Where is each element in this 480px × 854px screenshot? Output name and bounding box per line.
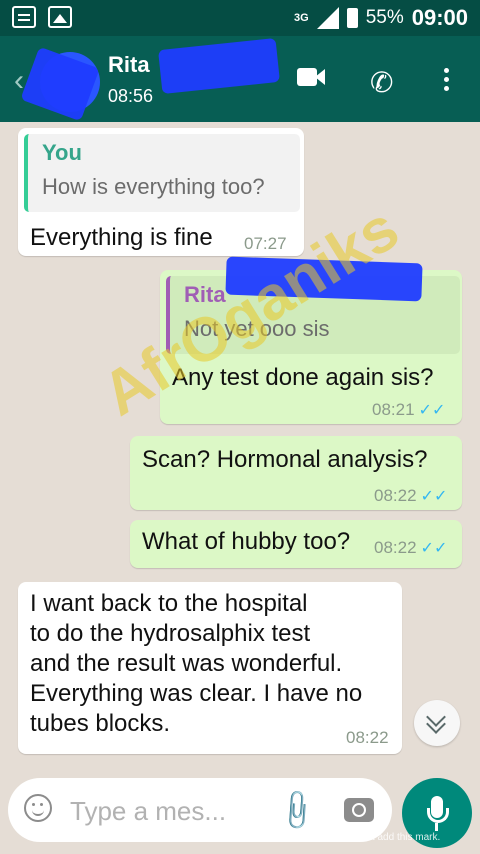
video-call-icon[interactable] — [297, 66, 325, 88]
message-meta: 08:22 ✓✓ — [374, 538, 447, 558]
read-ticks-icon: ✓✓ — [420, 488, 448, 505]
emoji-icon[interactable] — [24, 794, 52, 822]
status-bar: 3G 55% 09:00 — [0, 0, 480, 36]
last-seen: 08:56 — [108, 86, 154, 106]
read-ticks-icon: ✓✓ — [418, 402, 446, 419]
message-time: 08:22 — [346, 728, 389, 747]
contact-name[interactable]: Rita — [108, 52, 150, 78]
message-meta: 08:21 ✓✓ — [372, 400, 445, 420]
clock: 09:00 — [411, 5, 468, 30]
message-meta: 08:22 ✓✓ — [374, 486, 447, 506]
message-text: Any test done again sis? — [172, 364, 434, 391]
message-bubble-incoming[interactable]: I want back to the hospital to do the hy… — [18, 582, 402, 754]
redaction-scribble — [158, 37, 280, 95]
quote-text: How is everything too? — [42, 174, 265, 199]
signal-icon — [316, 7, 339, 29]
message-line: and the result was wonderful. — [30, 650, 343, 677]
scroll-to-bottom-button[interactable] — [414, 700, 460, 746]
battery-icon — [346, 8, 358, 28]
message-text: Everything is fine — [30, 224, 213, 251]
message-line: Everything was clear. I have no — [30, 680, 363, 707]
network-type: 3G — [294, 12, 309, 24]
message-time: 07:27 — [244, 234, 287, 253]
quote-text: Not yet ooo sis — [184, 316, 330, 341]
message-bubble-incoming[interactable]: You How is everything too? Everything is… — [18, 128, 304, 256]
message-text: Scan? Hormonal analysis? — [142, 446, 428, 473]
chat-header: ‹ Rita 08:56 ✆ — [0, 36, 480, 122]
read-ticks-icon: ✓✓ — [420, 540, 448, 557]
message-line: tubes blocks. — [30, 710, 171, 737]
battery-level: 55% — [365, 7, 404, 28]
message-time: 08:22 — [374, 486, 417, 505]
message-line: I want back to the hospital — [30, 590, 308, 617]
camera-icon[interactable] — [344, 798, 374, 822]
quote-author: Rita — [184, 282, 226, 307]
message-time: 08:21 — [372, 400, 415, 419]
attachment-icon[interactable]: 📎 — [273, 787, 321, 835]
quoted-reply[interactable]: You How is everything too? — [24, 134, 300, 212]
image-notification-icon — [48, 6, 72, 28]
message-bubble-outgoing[interactable]: What of hubby too? 08:22 ✓✓ — [130, 520, 462, 568]
message-input[interactable] — [68, 792, 272, 830]
message-text: What of hubby too? — [142, 528, 351, 555]
message-bubble-outgoing[interactable]: Scan? Hormonal analysis? 08:22 ✓✓ — [130, 436, 462, 510]
message-time: 08:22 — [374, 538, 417, 557]
message-line: to do the hydrosalphix test — [30, 620, 311, 647]
redaction-scribble — [225, 256, 423, 302]
quote-author: You — [42, 140, 82, 165]
more-options-icon[interactable] — [444, 68, 450, 95]
footer-note: Processed using the free version of Wate… — [39, 832, 441, 843]
message-list[interactable]: You How is everything too? Everything is… — [0, 122, 480, 772]
phone-call-icon[interactable]: ✆ — [370, 66, 393, 99]
message-notification-icon — [12, 6, 36, 28]
